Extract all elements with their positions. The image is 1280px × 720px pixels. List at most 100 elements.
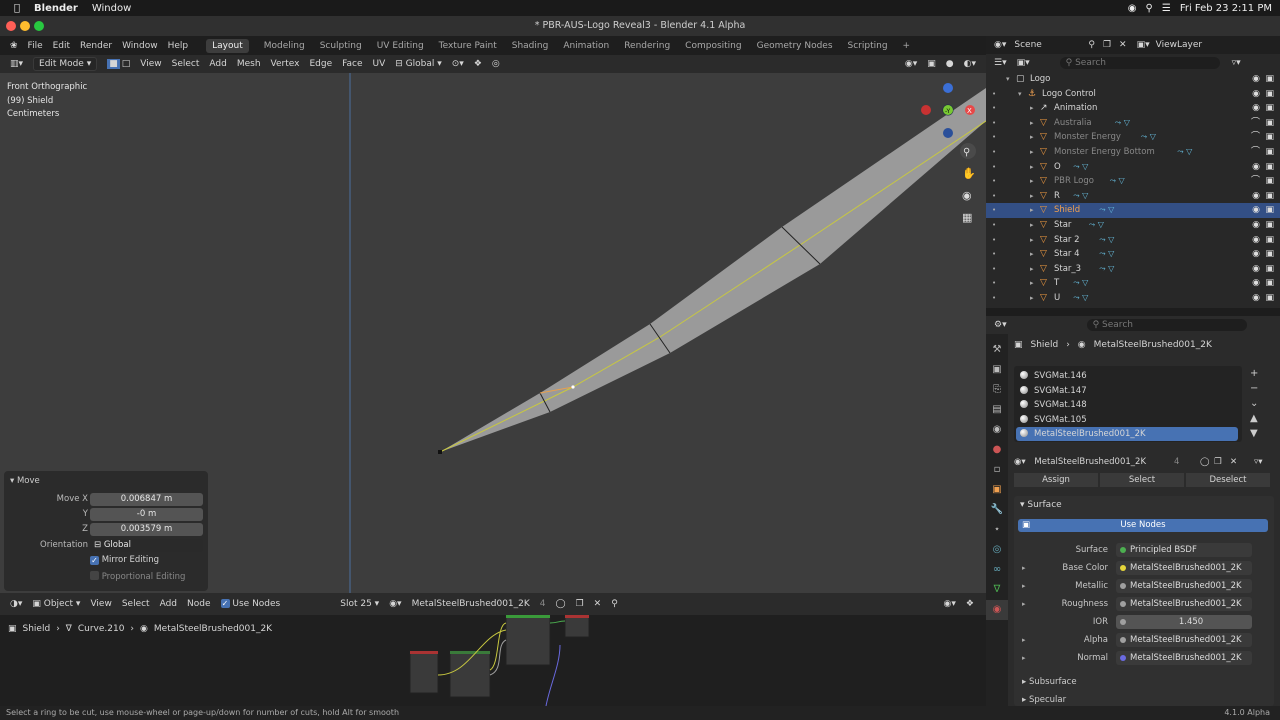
eye-icon[interactable]: ◉ (1252, 233, 1260, 247)
snap-icon[interactable]: ❖ (966, 599, 974, 609)
outliner-item-t[interactable]: • ▸ ▽ T ⤳ ▽ ◉ ▣ (986, 276, 1280, 291)
render-camera-icon[interactable]: ▣ (1265, 116, 1274, 130)
expand-toggle-icon[interactable]: ▸ (1030, 145, 1034, 159)
tab-animation[interactable]: Animation (563, 41, 609, 51)
add-slot-button[interactable]: + (1250, 366, 1258, 381)
render-camera-icon[interactable]: ▣ (1265, 130, 1274, 144)
menu-file[interactable]: File (28, 41, 43, 51)
modifier-data-icons[interactable]: ⤳ ▽ (1073, 276, 1088, 290)
duplicate-material-icon[interactable]: ❐ (576, 599, 584, 609)
wifi-icon[interactable]: ◉ (1128, 3, 1137, 14)
eye-closed-icon[interactable]: ⌒ (1251, 174, 1260, 188)
render-camera-icon[interactable]: ▣ (1265, 87, 1274, 101)
ior-number-field[interactable]: 1.450 (1116, 615, 1252, 629)
tab-scripting[interactable]: Scripting (848, 41, 888, 51)
app-menu[interactable]: Blender (34, 3, 78, 14)
new-scene-icon[interactable]: ❐ (1103, 40, 1111, 50)
expand-toggle-icon[interactable]: ▸ (1022, 560, 1026, 576)
eye-icon[interactable]: ◉ (1252, 203, 1260, 217)
scene-icon[interactable]: ◉▾ (994, 40, 1006, 50)
tab-compositing[interactable]: Compositing (685, 41, 741, 51)
eye-icon[interactable]: ◉ (1252, 291, 1260, 305)
render-camera-icon[interactable]: ▣ (1265, 203, 1274, 217)
menu-render[interactable]: Render (80, 41, 112, 51)
select-button[interactable]: Select (1100, 473, 1184, 487)
unlink-material-icon[interactable]: ✕ (594, 599, 602, 609)
world-tab-icon[interactable]: ● (986, 440, 1008, 460)
menu-edge[interactable]: Edge (309, 59, 332, 69)
clock[interactable]: Fri Feb 23 2:11 PM (1180, 3, 1272, 14)
snap-icon[interactable]: ❖ (474, 59, 482, 69)
outliner-item-logo-control[interactable]: • ▾ ⚓ Logo Control ◉ ▣ (986, 87, 1280, 102)
shader-node-editor[interactable]: ◑▾ ▣ Object ▾ View Select Add Node ✓ Use… (0, 593, 986, 706)
tab-rendering[interactable]: Rendering (624, 41, 670, 51)
menu-mesh[interactable]: Mesh (237, 59, 261, 69)
slot-specials-icon[interactable]: ⌄ (1250, 396, 1258, 411)
use-nodes-checkbox[interactable]: ✓ Use Nodes (220, 599, 280, 609)
eye-icon[interactable]: ◉ (1252, 160, 1260, 174)
render-camera-icon[interactable]: ▣ (1265, 189, 1274, 203)
editor-type-icon[interactable]: ⚙▾ (994, 320, 1007, 330)
render-camera-icon[interactable]: ▣ (1265, 101, 1274, 115)
outliner-item-pbr-logo[interactable]: • ▸ ▽ PBR Logo ⤳ ▽ ⌒ ▣ (986, 174, 1280, 189)
menu-vertex[interactable]: Vertex (271, 59, 300, 69)
material-browse-icon[interactable]: ◉▾ (389, 599, 401, 609)
material-slot-item[interactable]: MetalSteelBrushed001_2K (1016, 427, 1238, 442)
assign-button[interactable]: Assign (1014, 473, 1098, 487)
fake-user-icon[interactable]: ◯ (1200, 455, 1210, 469)
move-up-icon[interactable]: ▲ (1250, 411, 1258, 426)
subsurface-panel-header[interactable]: ▸ Subsurface (1022, 677, 1077, 687)
orientation-select[interactable]: ⊟ Global (90, 539, 203, 552)
menu-view[interactable]: View (90, 599, 111, 609)
eye-icon[interactable]: ◉ (1252, 101, 1260, 115)
move-y-field[interactable]: -0 m (90, 508, 203, 521)
display-mode-icon[interactable]: ☰▾ (994, 58, 1007, 68)
image-texture-node[interactable] (449, 650, 491, 698)
outliner-item-o[interactable]: • ▸ ▽ O ⤳ ▽ ◉ ▣ (986, 160, 1280, 175)
eye-icon[interactable]: ◉ (1252, 247, 1260, 261)
properties-search-input[interactable]: ⚲ Search (1086, 319, 1247, 331)
hand-pan-icon[interactable]: ✋ (962, 167, 976, 180)
expand-toggle-icon[interactable]: ▸ (1022, 578, 1026, 594)
menu-node[interactable]: Node (187, 599, 211, 609)
expand-toggle-icon[interactable]: ▸ (1030, 233, 1034, 247)
browse-node-filter-icon[interactable]: ▿▾ (1254, 455, 1263, 469)
menu-add[interactable]: Add (209, 59, 226, 69)
eye-icon[interactable]: ◉ (1252, 276, 1260, 290)
add-workspace-button[interactable]: + (903, 41, 911, 51)
gizmo-bottom-z[interactable] (943, 128, 953, 138)
particles-tab-icon[interactable]: ⋆ (986, 520, 1008, 540)
camera-view-icon[interactable]: ◉ (962, 189, 972, 202)
object-tab-icon[interactable]: ▣ (986, 480, 1008, 500)
menu-select[interactable]: Select (122, 599, 150, 609)
material-slot-item[interactable]: SVGMat.148 (1016, 398, 1242, 412)
menu-face[interactable]: Face (342, 59, 362, 69)
maximize-window-button[interactable] (34, 21, 44, 31)
menu-select[interactable]: Select (172, 59, 200, 69)
fake-user-icon[interactable]: ◯ (556, 599, 566, 609)
input-link-field[interactable]: MetalSteelBrushed001_2K (1116, 651, 1252, 665)
outliner-search-input[interactable]: ⚲ Search (1059, 57, 1220, 69)
pivot-icon[interactable]: ⊙▾ (452, 59, 464, 69)
pin-icon[interactable]: ⚲ (611, 599, 618, 609)
apple-icon[interactable]:  (14, 3, 20, 14)
orientation-dropdown[interactable]: ⊟ Global ▾ (395, 59, 442, 69)
editor-type-icon[interactable]: ▥▾ (10, 59, 23, 69)
eye-icon[interactable]: ◉ (1252, 218, 1260, 232)
proportional-edit-icon[interactable]: ◎ (492, 59, 500, 69)
image-texture-node[interactable] (409, 650, 439, 694)
render-camera-icon[interactable]: ▣ (1265, 218, 1274, 232)
eye-closed-icon[interactable]: ⌒ (1251, 145, 1260, 159)
select-mode-edge-icon[interactable]: □ (122, 59, 131, 69)
overlay-icon[interactable]: ◉▾ (944, 599, 956, 609)
material-slot-item[interactable]: SVGMat.146 (1016, 369, 1242, 383)
expand-toggle-icon[interactable]: ▸ (1022, 650, 1026, 666)
shield-mesh-face[interactable] (440, 88, 986, 452)
expand-toggle-icon[interactable]: ▸ (1030, 203, 1034, 217)
material-name-field[interactable]: MetalSteelBrushed001_2K (412, 599, 530, 609)
collection-tab-icon[interactable]: ▫ (986, 460, 1008, 480)
render-camera-icon[interactable]: ▣ (1265, 160, 1274, 174)
menu-window[interactable]: Window (122, 41, 158, 51)
close-window-button[interactable] (6, 21, 16, 31)
render-camera-icon[interactable]: ▣ (1265, 262, 1274, 276)
